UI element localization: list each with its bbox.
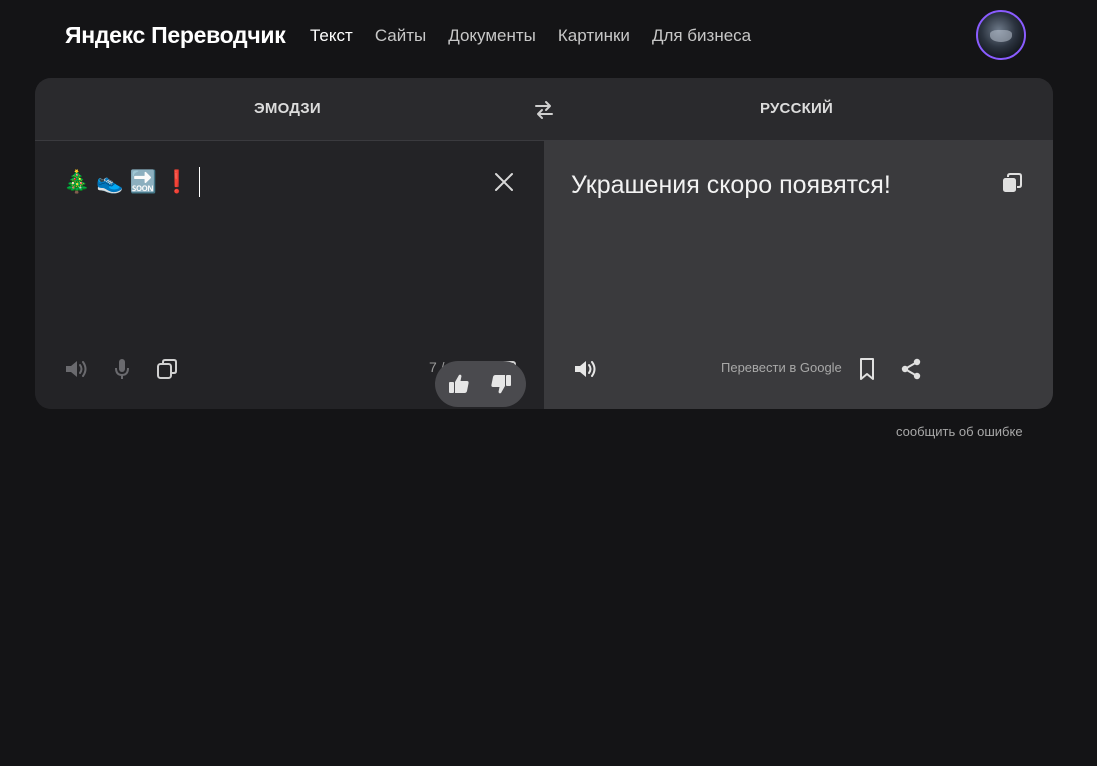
clear-input-button[interactable] bbox=[493, 171, 515, 193]
swap-languages-button[interactable] bbox=[532, 98, 556, 122]
target-language-button[interactable]: РУССКИЙ bbox=[760, 100, 833, 117]
translation-text: Украшения скоро появятся! bbox=[571, 171, 891, 199]
listen-source-button[interactable] bbox=[63, 356, 89, 382]
nav-item-images[interactable]: Картинки bbox=[558, 26, 630, 46]
main-nav: Текст Сайты Документы Картинки Для бизне… bbox=[310, 26, 751, 46]
copy-icon bbox=[157, 359, 177, 379]
nav-item-business[interactable]: Для бизнеса bbox=[652, 26, 751, 46]
thumbs-up-icon bbox=[449, 374, 469, 393]
feedback-pill bbox=[435, 361, 526, 407]
listen-translation-button[interactable] bbox=[572, 356, 598, 382]
voice-input-button[interactable] bbox=[109, 356, 135, 382]
copy-source-button[interactable] bbox=[154, 356, 180, 382]
share-button[interactable] bbox=[898, 356, 924, 382]
nav-item-documents[interactable]: Документы bbox=[448, 26, 536, 46]
speaker-icon bbox=[66, 361, 87, 377]
thumbs-down-icon bbox=[491, 375, 511, 394]
source-language-button[interactable]: ЭМОДЗИ bbox=[254, 100, 321, 117]
source-text-input[interactable]: 🎄👟🔜❗ bbox=[63, 167, 200, 197]
close-icon bbox=[495, 173, 513, 191]
avatar[interactable] bbox=[976, 10, 1026, 60]
result-pane: Украшения скоро появятся! Перевести в Go… bbox=[544, 141, 1053, 409]
translator-card: ЭМОДЗИ РУССКИЙ 🎄👟🔜❗ 7 Украшения скоро по… bbox=[35, 78, 1053, 409]
microphone-icon bbox=[115, 359, 129, 379]
translate-in-google-link[interactable]: Перевести в Google bbox=[721, 360, 842, 375]
nav-item-text[interactable]: Текст bbox=[310, 26, 353, 46]
bookmark-icon bbox=[860, 358, 874, 380]
logo[interactable]: Яндекс Переводчик bbox=[65, 22, 286, 49]
thumbs-up-button[interactable] bbox=[446, 371, 472, 397]
swap-arrows-icon bbox=[535, 101, 553, 119]
source-text: 🎄👟🔜❗ bbox=[63, 169, 197, 194]
copy-translation-button[interactable] bbox=[1000, 171, 1024, 195]
share-icon bbox=[901, 358, 921, 380]
language-bar: ЭМОДЗИ РУССКИЙ bbox=[35, 78, 1053, 141]
thumbs-down-button[interactable] bbox=[488, 371, 514, 397]
bookmark-button[interactable] bbox=[854, 356, 880, 382]
header: Яндекс Переводчик Текст Сайты Документы … bbox=[0, 0, 1097, 72]
speaker-icon bbox=[575, 361, 596, 377]
report-error-link[interactable]: сообщить об ошибке bbox=[896, 424, 1023, 439]
text-caret bbox=[198, 167, 200, 197]
copy-icon bbox=[1003, 173, 1022, 192]
nav-item-sites[interactable]: Сайты bbox=[375, 26, 426, 46]
